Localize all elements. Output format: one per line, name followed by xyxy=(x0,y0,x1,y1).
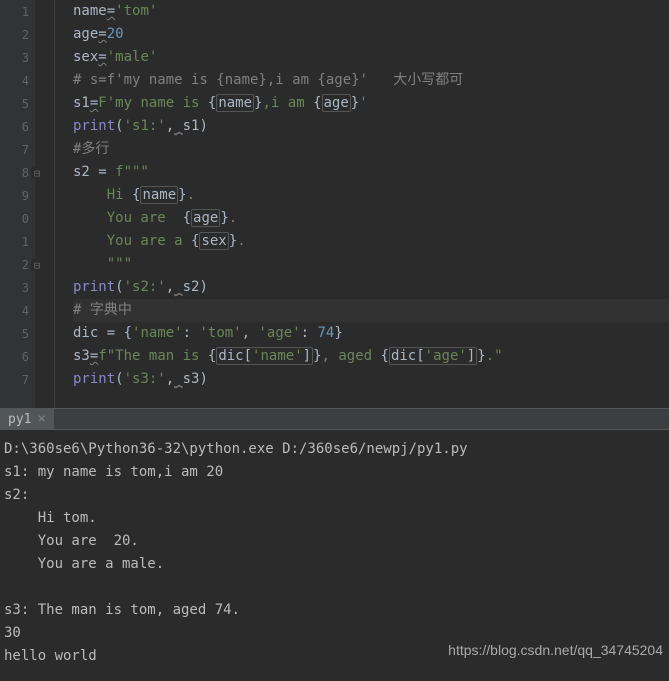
line-number: 5 xyxy=(22,327,29,341)
code-editor: 1 2 3 4 5 6 7 8⊟ 9 0 1 2⊟ 3 4 5 6 7 name… xyxy=(0,0,669,408)
code-line[interactable]: Hi {name}. xyxy=(73,184,669,207)
code-line[interactable]: print('s1:',_s1) xyxy=(73,115,669,138)
code-line[interactable]: s1=F'my name is {name},i am {age}' xyxy=(73,92,669,115)
console-output[interactable]: D:\360se6\Python36-32\python.exe D:/360s… xyxy=(0,430,669,676)
line-number: 6 xyxy=(22,350,29,364)
line-number: 0 xyxy=(22,212,29,226)
watermark: https://blog.csdn.net/qq_34745204 xyxy=(448,639,663,662)
code-line[interactable]: print('s3:',_s3) xyxy=(73,368,669,391)
console-line: s2: xyxy=(4,484,665,507)
line-number: 7 xyxy=(22,373,29,387)
line-number: 1 xyxy=(22,235,29,249)
code-line[interactable]: s2 = f""" xyxy=(73,161,669,184)
indent-guide xyxy=(35,0,55,408)
code-line[interactable]: age=20 xyxy=(73,23,669,46)
code-line[interactable]: name='tom' xyxy=(73,0,669,23)
console-line: D:\360se6\Python36-32\python.exe D:/360s… xyxy=(4,438,665,461)
line-number: 6 xyxy=(22,120,29,134)
close-icon[interactable]: × xyxy=(37,411,45,427)
code-line[interactable]: sex='male' xyxy=(73,46,669,69)
line-gutter: 1 2 3 4 5 6 7 8⊟ 9 0 1 2⊟ 3 4 5 6 7 xyxy=(0,0,35,408)
line-number: 7 xyxy=(22,143,29,157)
console-line: s3: The man is tom, aged 74. xyxy=(4,599,665,622)
fold-icon[interactable]: ⊟ xyxy=(31,167,43,179)
console-line: s1: my name is tom,i am 20 xyxy=(4,461,665,484)
line-number: 2 xyxy=(22,258,29,272)
code-line[interactable]: dic = {'name': 'tom', 'age': 74} xyxy=(73,322,669,345)
line-number: 8 xyxy=(22,166,29,180)
line-number: 1 xyxy=(22,5,29,19)
console-tab[interactable]: py1 × xyxy=(0,409,54,429)
code-line[interactable]: # s=f'my name is {name},i am {age}' 大小写都… xyxy=(73,69,669,92)
tab-label: py1 xyxy=(8,412,31,427)
line-number: 3 xyxy=(22,281,29,295)
code-line[interactable]: print('s2:',_s2) xyxy=(73,276,669,299)
line-number: 9 xyxy=(22,189,29,203)
code-content[interactable]: name='tom' age=20 sex='male' # s=f'my na… xyxy=(55,0,669,408)
line-number: 4 xyxy=(22,74,29,88)
console-tab-bar: py1 × xyxy=(0,408,669,430)
code-line[interactable]: s3=f"The man is {dic['name']}, aged {dic… xyxy=(73,345,669,368)
line-number: 3 xyxy=(22,51,29,65)
line-number: 5 xyxy=(22,97,29,111)
line-number: 4 xyxy=(22,304,29,318)
console-line: Hi tom. xyxy=(4,507,665,530)
line-number: 2 xyxy=(22,28,29,42)
fold-icon[interactable]: ⊟ xyxy=(31,259,43,271)
code-line[interactable]: #多行 xyxy=(73,138,669,161)
code-line-current[interactable]: # 字典中 xyxy=(73,299,669,322)
console-line: You are a male. xyxy=(4,553,665,576)
console-line: You are 20. xyxy=(4,530,665,553)
code-line[interactable]: You are a {sex}. xyxy=(73,230,669,253)
console-line xyxy=(4,576,665,599)
code-line[interactable]: """ xyxy=(73,253,669,276)
code-line[interactable]: You are {age}. xyxy=(73,207,669,230)
